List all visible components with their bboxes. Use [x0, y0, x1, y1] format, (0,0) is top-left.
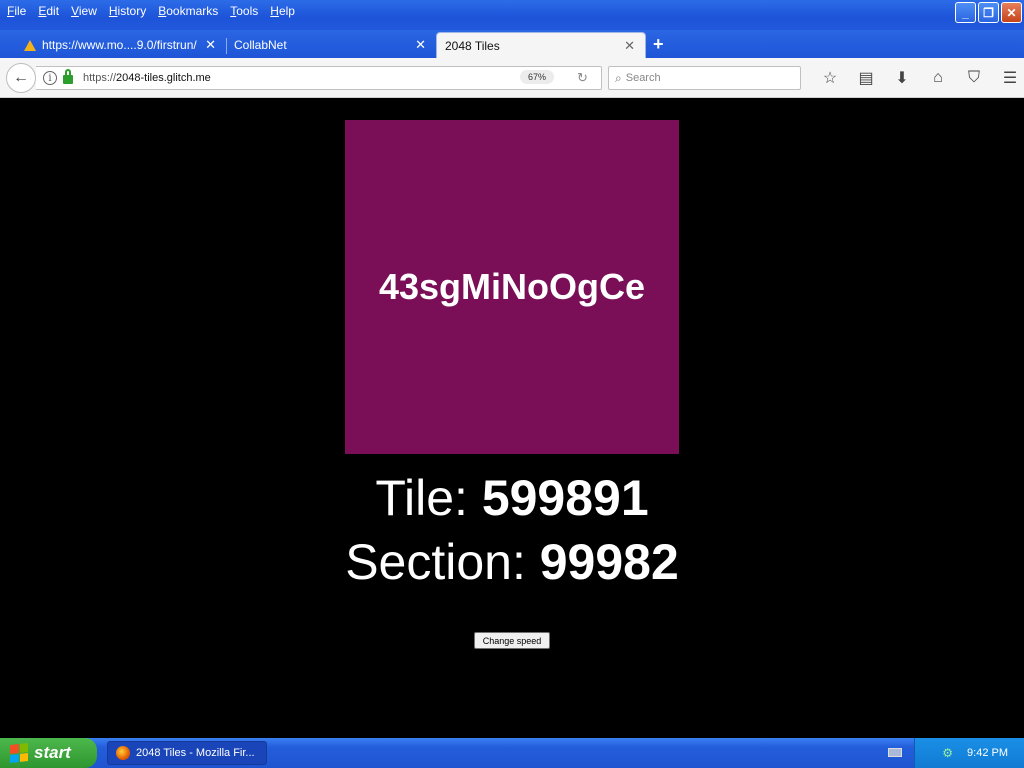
url-text[interactable]: https://2048-tiles.glitch.me — [83, 72, 211, 84]
change-speed-button[interactable]: Change speed — [474, 632, 550, 649]
back-arrow-icon: ← — [13, 69, 29, 86]
section-counter-value: 99982 — [539, 534, 679, 590]
new-tab-button[interactable]: + — [653, 34, 664, 55]
menu-edit[interactable]: Edit — [34, 4, 67, 18]
menu-bookmarks[interactable]: Bookmarks — [154, 4, 226, 18]
title-bar: File Edit View History Bookmarks Tools H… — [0, 0, 1024, 30]
tab-close-icon[interactable]: ✕ — [415, 37, 426, 53]
tile-counter-label: Tile: — [375, 470, 482, 526]
menu-file[interactable]: File — [3, 4, 34, 18]
tray-network-icon[interactable]: ⚙ — [942, 746, 953, 760]
pocket-icon[interactable]: ⛉ — [956, 66, 992, 90]
back-button[interactable]: ← — [6, 63, 36, 93]
taskbar-item-firefox[interactable]: 2048 Tiles - Mozilla Fir... — [107, 741, 267, 765]
menu-bar: File Edit View History Bookmarks Tools H… — [0, 0, 303, 22]
tab-strip: https://www.mo....9.0/firstrun/ ✕ Collab… — [0, 30, 1024, 58]
start-label: start — [34, 743, 71, 762]
menu-view[interactable]: View — [67, 4, 105, 18]
info-icon[interactable]: i — [43, 71, 57, 85]
navigation-bar: ← i https://2048-tiles.glitch.me 67% ↻ ⌕… — [0, 58, 1024, 98]
search-icon: ⌕ — [615, 70, 622, 85]
tab-firstrun[interactable]: https://www.mo....9.0/firstrun/ ✕ — [16, 32, 226, 58]
minimize-button[interactable]: _ — [955, 2, 976, 23]
lock-icon — [63, 69, 73, 84]
firefox-icon — [116, 746, 130, 760]
page-content: 43sgMiNoOgCe Tile: 599891 Section: 99982… — [0, 99, 1024, 738]
tile-label: 43sgMiNoOgCe — [378, 266, 646, 307]
warning-icon — [24, 39, 36, 51]
restore-button[interactable]: ❐ — [978, 2, 999, 23]
search-input[interactable]: ⌕ Search — [608, 66, 801, 90]
task-item-label: 2048 Tiles - Mozilla Fir... — [136, 747, 255, 759]
tile: 43sgMiNoOgCe — [345, 120, 679, 454]
tab-2048-tiles[interactable]: 2048 Tiles ✕ — [436, 32, 646, 58]
home-icon[interactable]: ⌂ — [920, 66, 956, 90]
start-button[interactable]: start — [0, 738, 97, 768]
window-controls: _ ❐ ✕ — [955, 2, 1022, 23]
clock[interactable]: 9:42 PM — [967, 747, 1008, 759]
reload-icon[interactable]: ↻ — [577, 70, 588, 86]
tab-close-icon[interactable]: ✕ — [624, 38, 635, 54]
star-icon[interactable]: ☆ — [812, 66, 848, 90]
reading-list-icon[interactable]: ▤ — [848, 66, 884, 90]
menu-help[interactable]: Help — [266, 4, 303, 18]
tab-collabnet[interactable]: CollabNet ✕ — [226, 32, 436, 58]
keyboard-icon[interactable] — [888, 748, 902, 757]
tile-counter-value: 599891 — [481, 470, 649, 526]
toolbar-icons: ☆ ▤ ⬇ ⌂ ⛉ ☰ — [812, 66, 1024, 90]
section-counter: Section: 99982 — [0, 533, 1024, 591]
zoom-indicator[interactable]: 67% — [520, 70, 555, 84]
tab-label: CollabNet — [234, 38, 287, 52]
section-counter-label: Section: — [345, 534, 540, 590]
tab-label: https://www.mo....9.0/firstrun/ — [42, 38, 197, 52]
taskbar: start 2048 Tiles - Mozilla Fir... ⚙ 9:42… — [0, 738, 1024, 768]
search-placeholder: Search — [625, 72, 661, 84]
tab-close-icon[interactable]: ✕ — [205, 37, 216, 53]
tile-counter: Tile: 599891 — [0, 469, 1024, 527]
close-window-button[interactable]: ✕ — [1001, 2, 1022, 23]
menu-tools[interactable]: Tools — [226, 4, 266, 18]
url-bar[interactable]: i https://2048-tiles.glitch.me 67% ↻ — [36, 66, 602, 90]
tab-label: 2048 Tiles — [445, 38, 500, 53]
download-icon[interactable]: ⬇ — [884, 66, 920, 90]
windows-logo-icon — [10, 743, 28, 763]
menu-icon[interactable]: ☰ — [992, 66, 1024, 90]
system-tray: ⚙ 9:42 PM — [914, 738, 1024, 768]
menu-history[interactable]: History — [105, 4, 154, 18]
